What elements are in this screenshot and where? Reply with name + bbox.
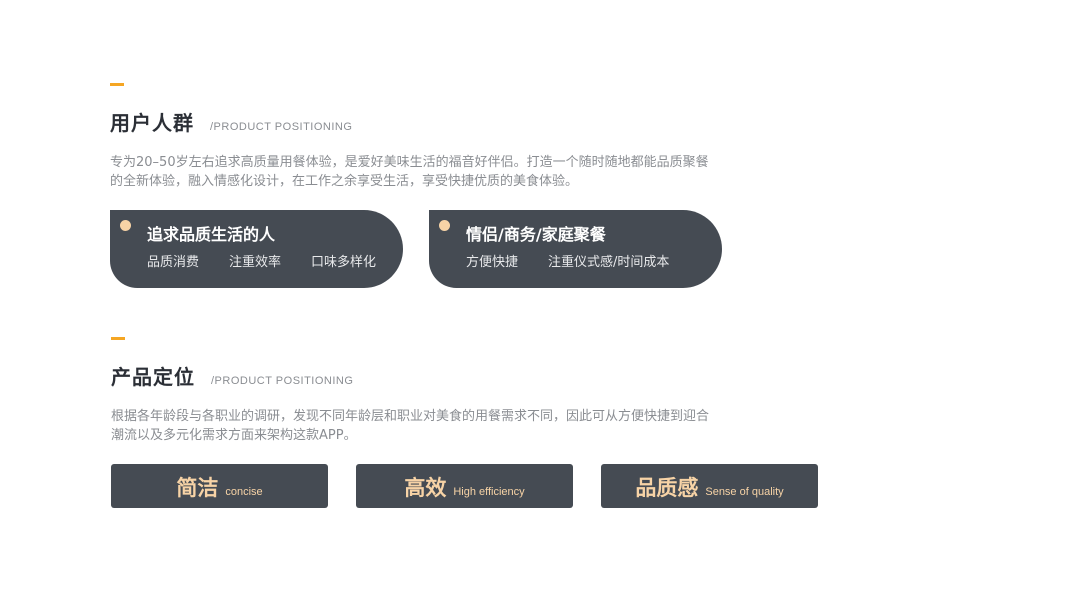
users-section-title: 用户人群 /PRODUCT POSITIONING (110, 107, 352, 136)
value-card-efficiency: 高效 High efficiency (356, 464, 573, 508)
value-en: Sense of quality (705, 486, 784, 498)
user-group-tags: 品质消费 注重效率 口味多样化 (147, 251, 376, 270)
user-group-tag: 注重仪式感/时间成本 (548, 255, 670, 270)
users-desc-line-1: 专为20–50岁左右追求高质量用餐体验，是爱好美味生活的福音好伴侣。打造一个随时… (110, 155, 709, 170)
positioning-desc-line-1: 根据各年龄段与各职业的调研，发现不同年龄层和职业对美食的用餐需求不同，因此可从方… (111, 409, 710, 424)
user-group-card-1: 追求品质生活的人 品质消费 注重效率 口味多样化 (110, 210, 403, 288)
value-card-concise: 简洁 concise (111, 464, 328, 508)
users-desc-line-2: 的全新体验，融入情感化设计，在工作之余享受生活，享受快捷优质的美食体验。 (110, 174, 579, 189)
accent-bar-positioning (111, 337, 125, 340)
positioning-title: 产品定位 (111, 365, 195, 389)
user-group-tag: 口味多样化 (311, 255, 377, 270)
value-en: concise (225, 486, 263, 498)
user-group-title: 情侣/商务/家庭聚餐 (466, 225, 606, 244)
users-subtitle: /PRODUCT POSITIONING (210, 121, 353, 133)
value-zh: 高效 (404, 476, 447, 500)
positioning-subtitle: /PRODUCT POSITIONING (211, 375, 354, 387)
user-group-tag: 品质消费 (147, 255, 200, 270)
user-group-tags: 方便快捷 注重仪式感/时间成本 (466, 251, 669, 270)
positioning-description: 根据各年龄段与各职业的调研，发现不同年龄层和职业对美食的用餐需求不同，因此可从方… (111, 407, 751, 445)
value-zh: 品质感 (635, 476, 699, 500)
user-group-tag: 方便快捷 (466, 255, 519, 270)
bullet-dot (439, 220, 450, 231)
positioning-desc-line-2: 潮流以及多元化需求方面来架构这款APP。 (111, 428, 357, 443)
value-en: High efficiency (453, 486, 525, 498)
user-group-tag: 注重效率 (229, 255, 282, 270)
accent-bar-users (110, 83, 124, 86)
users-description: 专为20–50岁左右追求高质量用餐体验，是爱好美味生活的福音好伴侣。打造一个随时… (110, 153, 750, 191)
user-group-title: 追求品质生活的人 (147, 225, 276, 244)
value-card-quality: 品质感 Sense of quality (601, 464, 818, 508)
slide: 用户人群 /PRODUCT POSITIONING 专为20–50岁左右追求高质… (0, 0, 1067, 600)
users-title: 用户人群 (110, 111, 194, 135)
user-group-card-2: 情侣/商务/家庭聚餐 方便快捷 注重仪式感/时间成本 (429, 210, 722, 288)
positioning-section-title: 产品定位 /PRODUCT POSITIONING (111, 361, 353, 390)
bullet-dot (120, 220, 131, 231)
value-zh: 简洁 (176, 476, 219, 500)
